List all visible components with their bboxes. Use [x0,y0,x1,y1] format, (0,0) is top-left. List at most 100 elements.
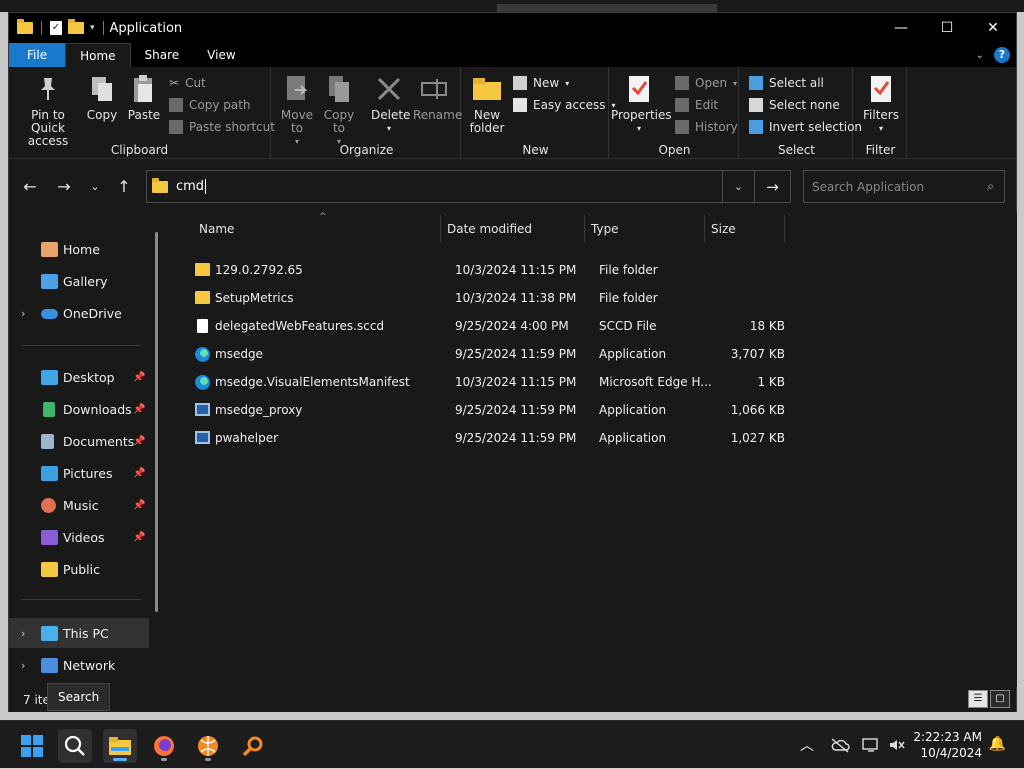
system-clock[interactable]: 2:22:23 AM 10/4/2024 [913,729,982,761]
table-row[interactable]: pwahelper 9/25/2024 11:59 PM Application… [183,424,785,452]
details-view-icon[interactable]: ☰ [968,690,988,708]
music-icon [41,497,56,513]
sidebar-scrollbar[interactable] [155,232,158,612]
filters-button[interactable]: Filters ▾ [859,73,903,135]
sidebar-item-home[interactable]: Home [9,234,149,264]
go-arrow-icon[interactable]: → [754,171,790,202]
sidebar-item-pictures[interactable]: Pictures 📌 [9,458,149,488]
new-folder-label: New folder [469,108,505,135]
desktop-icon [41,369,58,385]
onedrive-tray-icon[interactable] [830,721,850,769]
open-button[interactable]: Open ▾ [675,73,737,93]
sidebar-item-label: OneDrive [63,305,122,321]
file-date: 9/25/2024 11:59 PM [455,347,577,361]
magnifier-app-taskbar-button[interactable] [236,729,270,763]
sidebar-divider [21,345,141,346]
tab-view[interactable]: View [193,43,249,67]
large-icons-view-icon[interactable]: ▢ [990,690,1010,708]
sidebar-item-this-pc[interactable]: › This PC [9,618,149,648]
invert-selection-button[interactable]: Invert selection [749,117,862,137]
copy-to-label: Copy to [323,108,355,135]
properties-check-icon[interactable]: ✓ [50,21,62,35]
search-taskbar-button[interactable] [58,729,92,763]
address-value: cmd [176,179,205,194]
edit-button[interactable]: Edit [675,95,718,115]
new-item-button[interactable]: New ▾ [513,73,569,93]
search-icon[interactable]: ⌕ [987,179,994,194]
start-button[interactable] [15,729,49,763]
notification-bell-icon[interactable]: 🔔 [989,736,1006,752]
table-row[interactable]: SetupMetrics 10/3/2024 11:38 PM File fol… [183,284,783,312]
paste-button[interactable]: Paste [127,73,161,122]
firefox-taskbar-button[interactable] [147,729,181,763]
app-taskbar-button[interactable] [191,729,225,763]
history-button[interactable]: History [675,117,738,137]
forward-arrow-icon[interactable]: → [53,176,75,198]
sidebar-item-onedrive[interactable]: › OneDrive [9,298,149,328]
copy-button[interactable]: Copy [85,73,119,122]
sidebar-item-documents[interactable]: Documents 📌 [9,426,149,456]
help-icon[interactable]: ? [994,47,1010,63]
expand-chevron-icon[interactable]: › [21,659,25,672]
column-header-date-modified[interactable]: Date modified [441,215,585,242]
up-arrow-icon[interactable]: ↑ [113,176,135,198]
copy-path-button[interactable]: Copy path [169,95,251,115]
sidebar-item-network[interactable]: › Network [9,650,149,680]
filters-icon [866,73,896,105]
expand-chevron-icon[interactable]: › [21,307,25,320]
table-row[interactable]: 129.0.2792.65 10/3/2024 11:15 PM File fo… [183,256,783,284]
copy-path-icon [169,98,183,112]
network-tray-icon[interactable] [862,721,880,769]
copy-to-button[interactable]: Copy to ▾ [321,73,357,148]
sidebar-item-music[interactable]: Music 📌 [9,490,149,520]
address-dropdown-icon[interactable]: ⌄ [722,171,754,202]
table-row[interactable]: delegatedWebFeatures.sccd 9/25/2024 4:00… [183,312,785,340]
file-explorer-taskbar-button[interactable] [103,729,137,763]
properties-button[interactable]: Properties ▾ [611,73,672,135]
table-row[interactable]: msedge 9/25/2024 11:59 PM Application 3,… [183,340,785,368]
select-all-button[interactable]: Select all [749,73,824,93]
rename-button[interactable]: Rename [413,73,462,122]
new-folder-button[interactable]: New folder [467,73,507,135]
volume-tray-icon[interactable] [888,721,906,769]
minimize-button[interactable]: — [878,13,924,43]
expand-chevron-icon[interactable]: › [21,627,25,640]
search-box[interactable]: ⌕ [803,170,1005,203]
customize-toolbar-icon[interactable]: ▾ [90,23,95,33]
search-input[interactable] [812,179,972,194]
address-input[interactable]: cmd [176,179,207,194]
sidebar-item-public[interactable]: Public [9,554,149,584]
column-header-type[interactable]: Type [585,215,705,242]
recent-locations-chevron-icon[interactable]: ⌄ [84,176,106,198]
paste-shortcut-button[interactable]: Paste shortcut [169,117,275,137]
delete-button[interactable]: Delete ▾ [371,73,410,135]
maximize-button[interactable]: ☐ [924,13,970,43]
cut-button[interactable]: ✂ Cut [169,73,206,93]
pin-to-quick-access-button[interactable]: Pin to Quick access [15,73,81,148]
sidebar-item-desktop[interactable]: Desktop 📌 [9,362,149,392]
tab-home[interactable]: Home [65,43,131,67]
delete-dropdown-icon: ▾ [386,124,391,133]
column-header-name[interactable]: Name [193,215,441,242]
sidebar-item-downloads[interactable]: Downloads 📌 [9,394,149,424]
address-bar[interactable]: cmd ⌄ → [146,170,791,203]
move-to-button[interactable]: Move to ▾ [279,73,315,148]
column-header-size[interactable]: Size [705,215,785,242]
cloud-off-icon [831,738,850,753]
easy-access-button[interactable]: Easy access ▾ [513,95,616,115]
tab-share[interactable]: Share [131,43,194,67]
collapse-ribbon-icon[interactable]: ⌄ [976,50,984,61]
show-hidden-icons-chevron-icon[interactable]: ︿ [800,721,814,769]
copy-to-icon [324,73,354,105]
file-name: msedge.VisualElementsManifest [215,375,410,389]
sidebar-item-videos[interactable]: Videos 📌 [9,522,149,552]
pin-icon: 📌 [133,531,146,543]
tab-file[interactable]: File [9,43,66,67]
sidebar-item-gallery[interactable]: Gallery [9,266,149,296]
table-row[interactable]: msedge.VisualElementsManifest 10/3/2024 … [183,368,785,396]
table-row[interactable]: msedge_proxy 9/25/2024 11:59 PM Applicat… [183,396,785,424]
new-folder-icon[interactable] [68,19,84,34]
select-none-button[interactable]: Select none [749,95,840,115]
back-arrow-icon[interactable]: ← [19,176,41,198]
close-button[interactable]: ✕ [970,13,1016,43]
